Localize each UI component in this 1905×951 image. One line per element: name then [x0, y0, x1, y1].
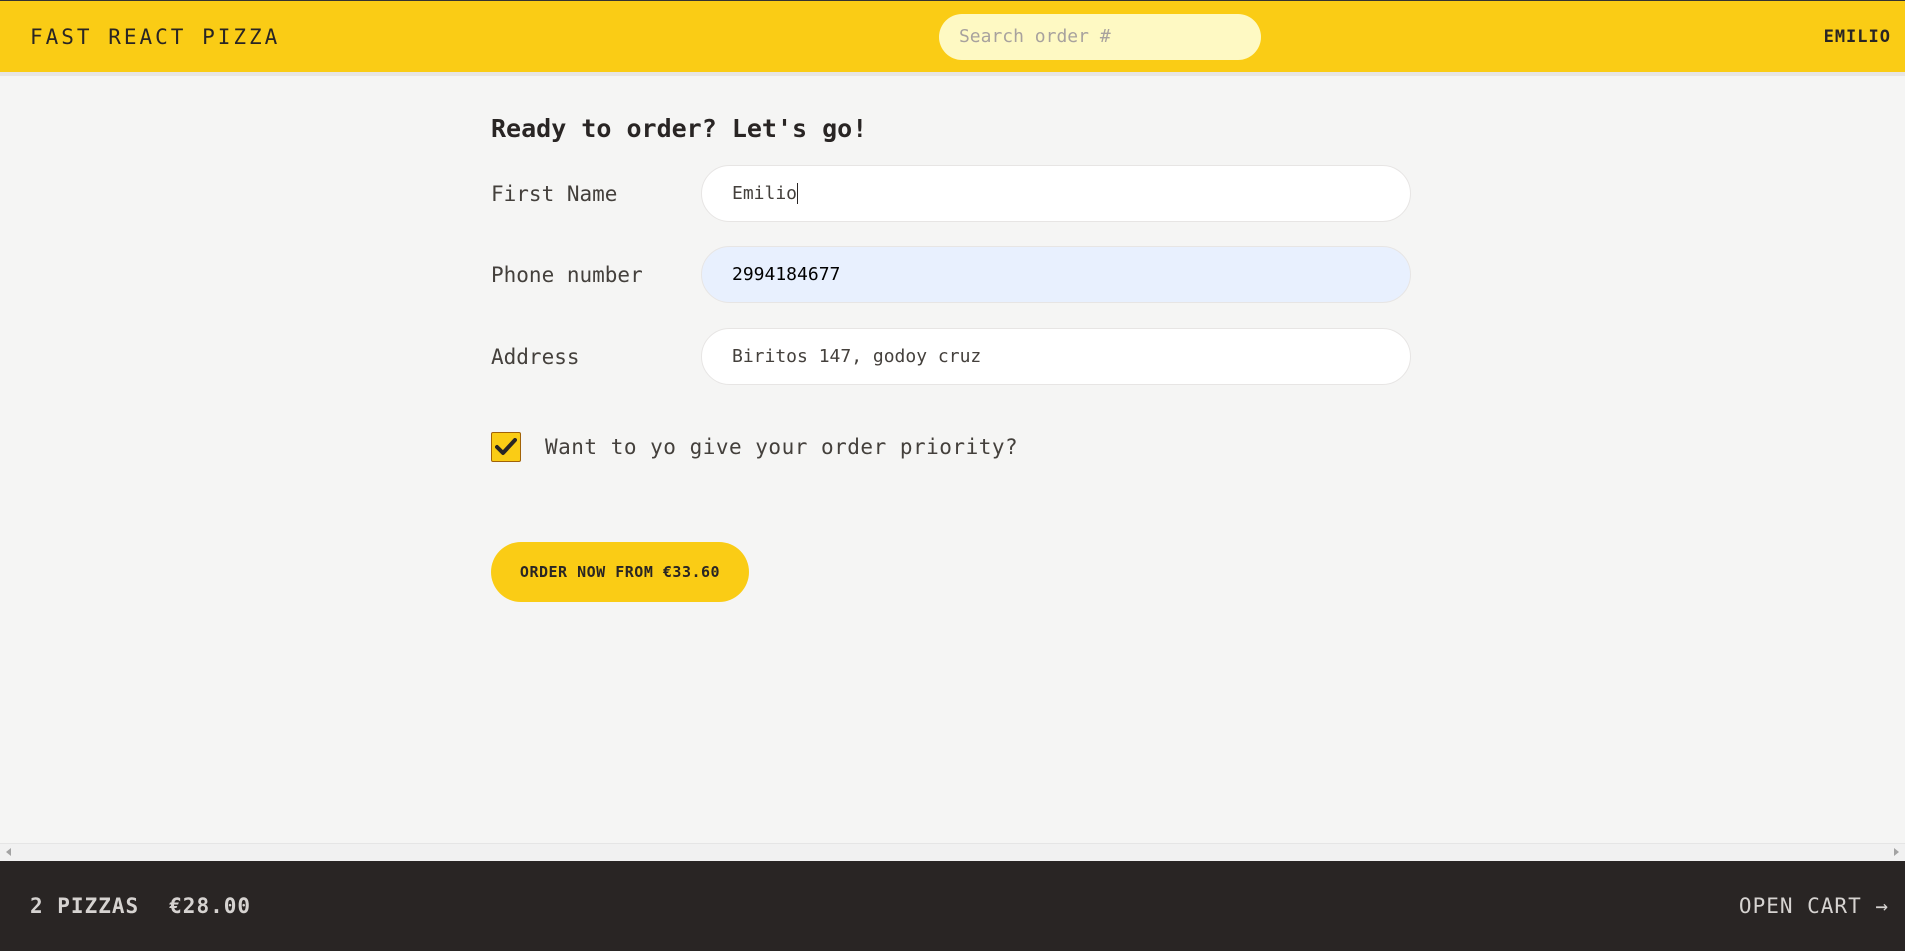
cart-summary: 2 PIZZAS €28.00	[30, 894, 251, 918]
phone-row: Phone number	[491, 246, 1411, 303]
address-row: Address	[491, 328, 1411, 385]
priority-row: Want to yo give your order priority?	[491, 432, 1018, 462]
phone-label: Phone number	[491, 262, 643, 287]
first-name-label: First Name	[491, 181, 618, 206]
phone-input[interactable]	[701, 246, 1411, 303]
pizza-count: 2 PIZZAS	[30, 894, 140, 918]
order-form-container: Ready to order? Let's go! First Name Emi…	[491, 78, 1411, 602]
address-label: Address	[491, 344, 580, 369]
open-cart-link[interactable]: OPEN CART →	[1739, 894, 1889, 918]
first-name-row: First Name Emilio	[491, 165, 1411, 222]
first-name-value: Emilio	[732, 183, 798, 204]
cart-total: €28.00	[169, 894, 252, 918]
scroll-right-arrow-icon[interactable]	[1894, 848, 1899, 856]
page-title: Ready to order? Let's go!	[491, 114, 868, 143]
priority-checkbox[interactable]	[491, 432, 521, 462]
first-name-input[interactable]: Emilio	[701, 165, 1411, 222]
search-order-input[interactable]	[938, 13, 1261, 60]
cart-overview-bar: 2 PIZZAS €28.00 OPEN CART →	[0, 861, 1905, 951]
app-header: FAST REACT PIZZA EMILIO	[0, 0, 1905, 76]
text-caret	[797, 183, 799, 204]
logo-link[interactable]: FAST REACT PIZZA	[30, 25, 280, 49]
username: EMILIO	[1823, 26, 1891, 47]
address-input[interactable]	[701, 328, 1411, 385]
scroll-left-arrow-icon[interactable]	[6, 848, 11, 856]
priority-label: Want to yo give your order priority?	[545, 435, 1019, 459]
checkmark-icon	[495, 438, 517, 455]
order-now-button[interactable]: ORDER NOW FROM €33.60	[491, 542, 749, 602]
horizontal-scrollbar[interactable]	[0, 843, 1905, 861]
